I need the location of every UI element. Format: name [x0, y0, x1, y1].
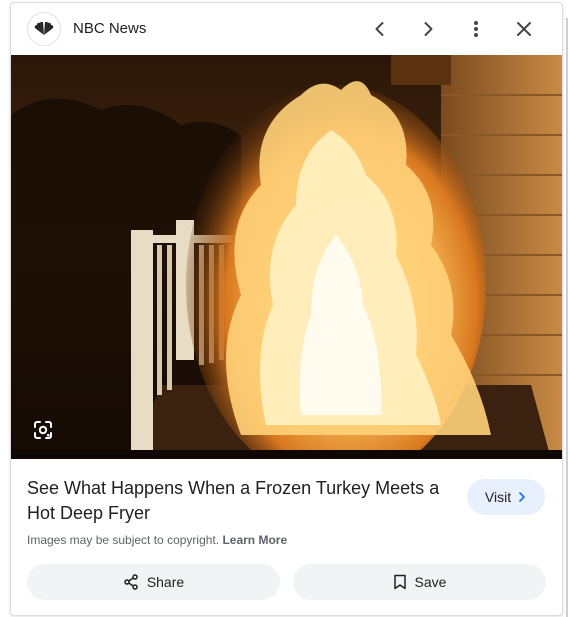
- preview-image[interactable]: [11, 55, 562, 459]
- preview-header: NBC News: [11, 3, 562, 55]
- more-options-button[interactable]: [462, 15, 490, 43]
- learn-more-link[interactable]: Learn More: [222, 533, 287, 547]
- chevron-left-icon: [375, 22, 384, 36]
- share-label: Share: [146, 574, 185, 590]
- google-lens-icon: [34, 421, 52, 439]
- bookmark-icon: [393, 574, 406, 590]
- google-lens-button[interactable]: [31, 418, 55, 442]
- close-icon: [517, 22, 531, 36]
- visit-button[interactable]: Visit: [467, 479, 545, 515]
- close-button[interactable]: [510, 15, 538, 43]
- share-icon: [124, 574, 138, 590]
- next-button[interactable]: [414, 15, 442, 43]
- previous-button[interactable]: [366, 15, 394, 43]
- save-button[interactable]: Save: [293, 564, 546, 600]
- copyright-notice: Images may be subject to copyright. Lear…: [27, 533, 287, 547]
- copyright-text: Images may be subject to copyright.: [27, 533, 220, 547]
- result-title[interactable]: See What Happens When a Frozen Turkey Me…: [27, 476, 447, 526]
- nbc-logo-icon[interactable]: [27, 12, 61, 46]
- visit-label: Visit: [484, 489, 512, 505]
- image-preview-panel: NBC News See What Happens When a Frozen …: [10, 2, 563, 616]
- window-edge: [566, 18, 568, 617]
- save-label: Save: [414, 574, 447, 590]
- chevron-right-icon: [424, 22, 433, 36]
- turkey-fryer-fire-image: [11, 55, 562, 459]
- share-button[interactable]: Share: [27, 564, 280, 600]
- chevron-right-icon: [519, 492, 525, 502]
- source-name[interactable]: NBC News: [73, 20, 146, 37]
- more-vert-icon: [474, 21, 478, 37]
